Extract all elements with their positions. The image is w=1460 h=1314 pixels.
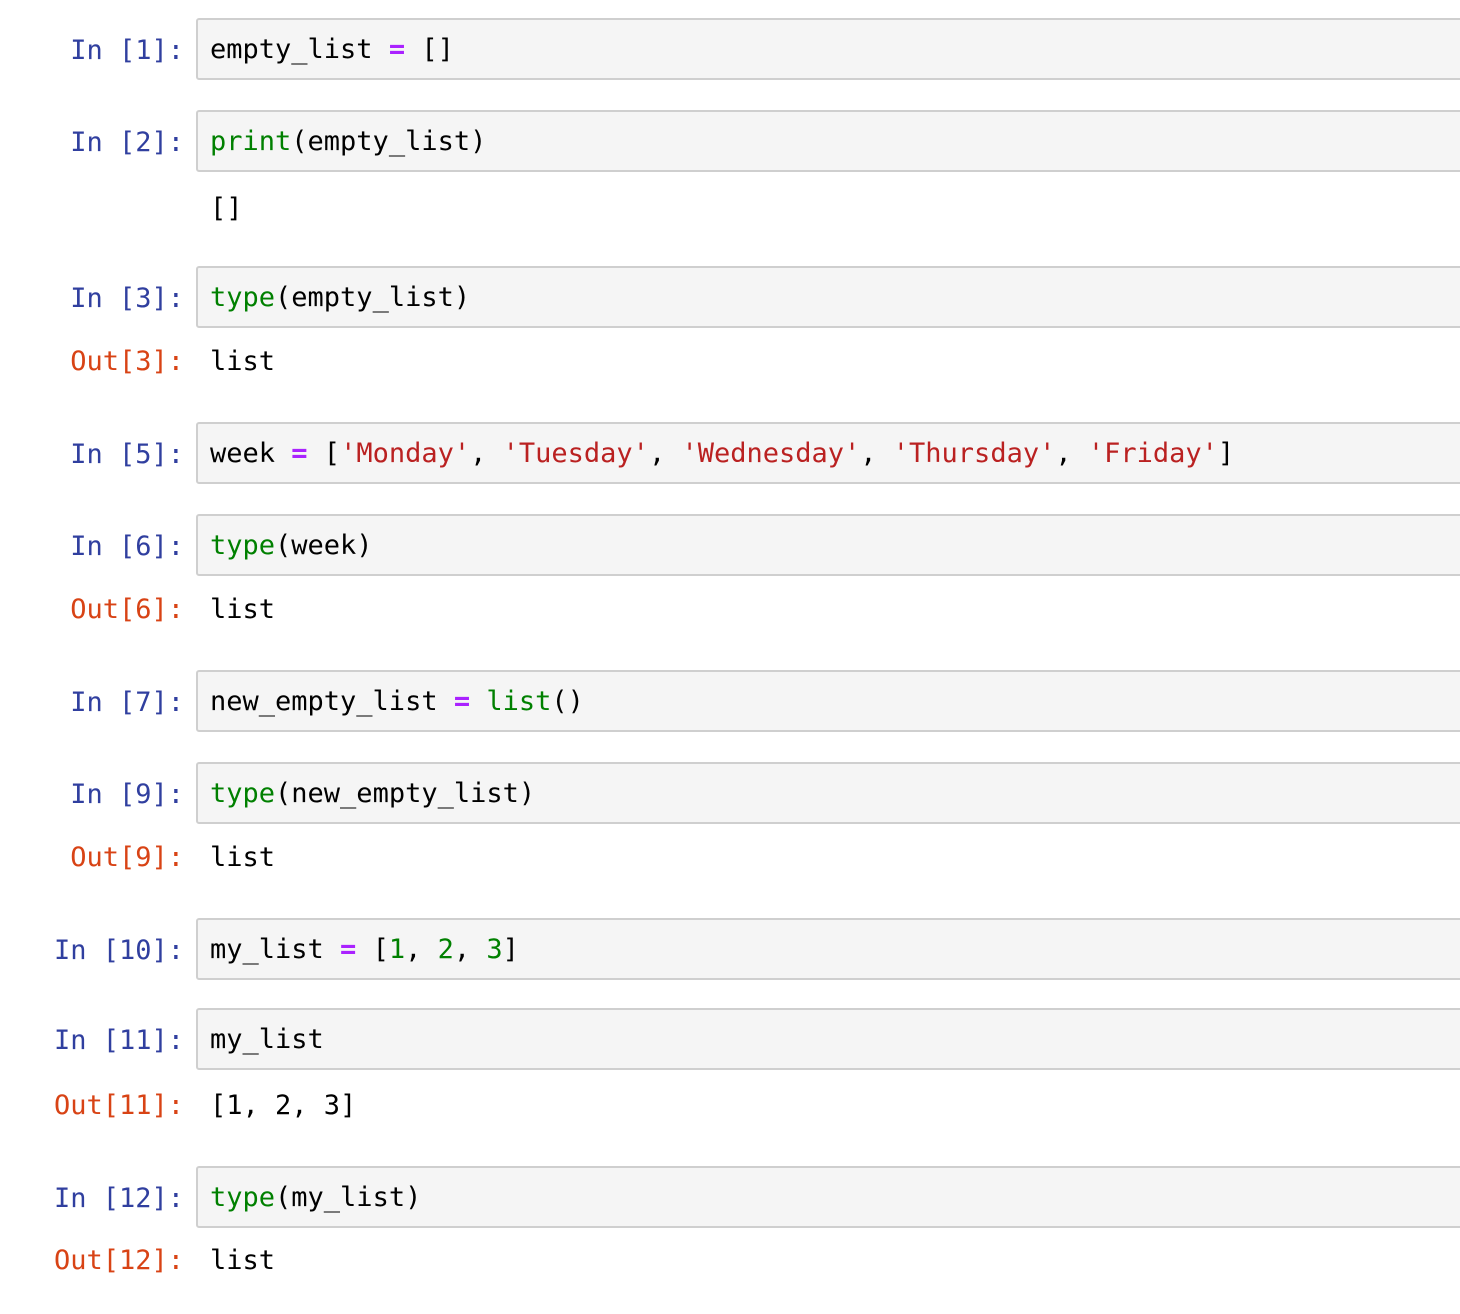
code-token: , [405,934,438,965]
out-prompt: Out[11]: [53,1090,184,1121]
code-token: , [453,934,487,965]
string-token: 'Wednesday' [681,438,861,469]
code-token: week [210,438,292,469]
operator-token: = [388,34,406,65]
code-token: (empty_list) [291,126,487,157]
code-cell-input[interactable]: print(empty_list) [196,110,1460,172]
code-cell-input[interactable]: type(new_empty_list) [196,762,1460,824]
code-token: (my_list) [275,1182,422,1213]
code-line: type(empty_list) [210,282,470,314]
in-prompt: In [7]: [70,687,184,718]
builtin-token: list [486,686,552,717]
code-token: , [860,438,893,469]
code-token: (new_empty_list) [275,778,536,809]
code-line: week = ['Monday', 'Tuesday', 'Wednesday'… [210,438,1234,470]
string-token: 'Friday' [1087,438,1218,469]
code-cell-input[interactable]: empty_list = [] [196,18,1460,80]
number-token: 1 [388,934,406,965]
output-text: list [210,346,276,377]
code-token: , [1055,438,1088,469]
code-token: ] [502,934,519,965]
code-token: (empty_list) [275,282,471,313]
operator-token: = [291,438,308,469]
out-prompt: Out[6]: [70,594,184,625]
string-token: 'Monday' [340,438,471,469]
builtin-token: type [210,778,276,809]
code-token: [] [405,34,454,65]
builtin-token: type [210,1182,276,1213]
operator-token: = [340,934,357,965]
in-prompt: In [12]: [53,1183,184,1214]
in-prompt: In [5]: [70,439,184,470]
stdout-text: [] [210,193,243,224]
code-cell-input[interactable]: type(empty_list) [196,266,1460,328]
code-token: new_empty_list [210,686,454,717]
code-line: type(my_list) [210,1182,421,1214]
code-line: empty_list = [] [210,34,454,66]
code-line: print(empty_list) [210,126,486,158]
builtin-token: type [210,530,276,561]
number-token: 3 [486,934,503,965]
code-token: empty_list [210,34,389,65]
code-cell-input[interactable]: my_list [196,1008,1460,1070]
code-token: [ [356,934,389,965]
code-token: [ [307,438,341,469]
in-prompt: In [1]: [70,35,184,66]
code-cell-input[interactable]: type(week) [196,514,1460,576]
code-token: (week) [275,530,373,561]
in-prompt: In [11]: [53,1025,184,1056]
output-text: list [210,594,276,625]
in-prompt: In [6]: [70,531,184,562]
code-line: my_list [210,1024,324,1056]
code-line: new_empty_list = list() [210,686,584,718]
code-token: , [648,438,682,469]
code-cell-input[interactable]: new_empty_list = list() [196,670,1460,732]
code-cell-input[interactable]: week = ['Monday', 'Tuesday', 'Wednesday'… [196,422,1460,484]
code-line: type(new_empty_list) [210,778,535,810]
output-text: list [210,1245,276,1276]
number-token: 2 [437,934,454,965]
out-prompt: Out[9]: [70,842,184,873]
code-token: my_list [210,1024,324,1055]
output-text: [1, 2, 3] [210,1090,357,1121]
in-prompt: In [10]: [53,935,184,966]
in-prompt: In [9]: [70,779,184,810]
code-cell-input[interactable]: type(my_list) [196,1166,1460,1228]
code-line: my_list = [1, 2, 3] [210,934,519,966]
string-token: 'Thursday' [892,438,1056,469]
code-token: () [551,686,584,717]
builtin-token: print [210,126,292,157]
out-prompt: Out[12]: [53,1245,184,1276]
operator-token: = [453,686,471,717]
code-cell-input[interactable]: my_list = [1, 2, 3] [196,918,1460,980]
code-token: my_list [210,934,341,965]
in-prompt: In [3]: [70,283,184,314]
code-line: type(week) [210,530,373,562]
output-text: list [210,842,276,873]
code-token: , [470,438,503,469]
code-token: ] [1217,438,1235,469]
builtin-token: type [210,282,276,313]
out-prompt: Out[3]: [70,346,184,377]
in-prompt: In [2]: [70,127,184,158]
string-token: 'Tuesday' [502,438,649,469]
